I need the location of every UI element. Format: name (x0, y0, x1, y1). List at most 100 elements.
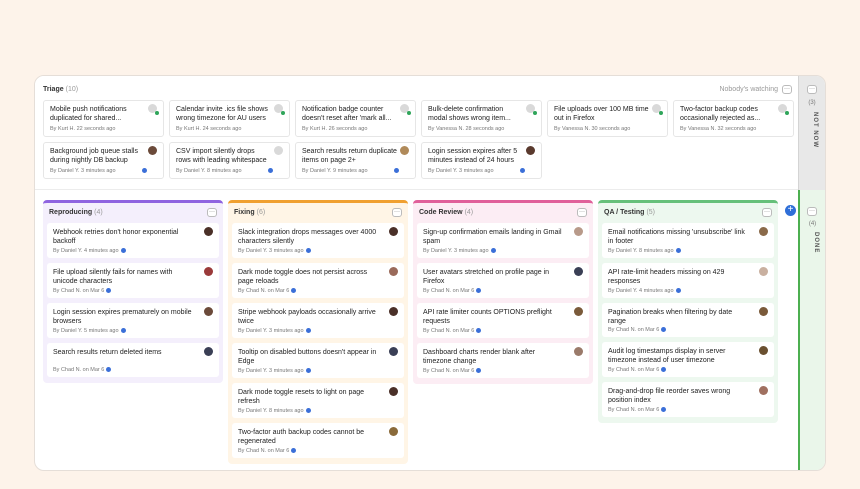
board-card[interactable]: Webhook retries don't honor exponential … (47, 223, 219, 258)
board-card[interactable]: Slack integration drops messages over 40… (232, 223, 404, 258)
board-card[interactable]: Two-factor auth backup codes cannot be r… (232, 423, 404, 458)
card-meta: By Vanessa N. 30 seconds ago (554, 126, 631, 132)
board-card[interactable]: Login session expires prematurely on mob… (47, 303, 219, 338)
board-card[interactable]: API rate limiter counts OPTIONS prefligh… (417, 303, 589, 338)
avatar[interactable] (400, 146, 409, 155)
card-meta: By Kurt H. 24 seconds ago (176, 126, 242, 132)
triage-card[interactable]: Notification badge counter doesn't reset… (295, 100, 416, 137)
board-card[interactable]: User avatars stretched on profile page i… (417, 263, 589, 298)
card-title: Search results return duplicate items on… (302, 148, 397, 164)
board-card[interactable]: Dashboard charts render blank after time… (417, 343, 589, 378)
card-title: Two-factor auth backup codes cannot be r… (238, 429, 365, 445)
avatar[interactable] (574, 307, 583, 316)
card-title: File upload silently fails for names wit… (53, 269, 173, 285)
card-title: CSV import silently drops rows with lead… (176, 148, 267, 164)
column-menu-button[interactable]: ··· (392, 208, 402, 217)
avatar[interactable] (759, 307, 768, 316)
avatar[interactable] (389, 387, 398, 396)
card-meta: By Vanessa N. 32 seconds ago (680, 126, 757, 132)
board-card[interactable]: Dark mode toggle resets to light on page… (232, 383, 404, 418)
avatar[interactable] (204, 227, 213, 236)
triage-card[interactable]: Bulk-delete confirmation modal shows wro… (421, 100, 542, 137)
board-card[interactable]: Email notifications missing 'unsubscribe… (602, 223, 774, 258)
triage-card[interactable]: CSV import silently drops rows with lead… (169, 142, 290, 179)
board-card[interactable]: Search results return deleted items By Ch… (47, 343, 219, 377)
triage-card[interactable]: Two-factor backup codes occasionally rej… (673, 100, 794, 137)
avatar[interactable] (759, 386, 768, 395)
triage-section: Triage (10) Nobody's watching ··· Mobile … (35, 76, 800, 190)
card-meta: By Chad N. on Mar 6 (53, 288, 112, 294)
done-menu-button[interactable]: ··· (807, 207, 817, 216)
avatar[interactable] (389, 427, 398, 436)
done-count: (4) (808, 221, 817, 227)
card-meta: By Chad N. on Mar 6 (238, 288, 297, 294)
board-card[interactable]: Stripe webhook payloads occasionally arr… (232, 303, 404, 338)
avatar[interactable] (204, 347, 213, 356)
avatar[interactable] (389, 267, 398, 276)
card-title: Pagination breaks when filtering by date… (608, 309, 733, 325)
card-title: User avatars stretched on profile page i… (423, 269, 550, 285)
column-menu-button[interactable]: ··· (762, 208, 772, 217)
avatar[interactable] (204, 307, 213, 316)
card-title: Dashboard charts render blank after time… (423, 349, 536, 365)
triage-card[interactable]: Background job queue stalls during night… (43, 142, 164, 179)
board-card[interactable]: File upload silently fails for names wit… (47, 263, 219, 298)
avatar[interactable] (389, 227, 398, 236)
avatar[interactable] (574, 227, 583, 236)
board-card[interactable]: Audit log timestamps display in server t… (602, 342, 774, 377)
triage-card[interactable]: Search results return duplicate items on… (295, 142, 416, 179)
not-now-column[interactable]: ··· (3) NOT NOW (798, 76, 825, 190)
not-now-menu-button[interactable]: ··· (807, 85, 817, 94)
verified-badge-icon (291, 448, 297, 454)
card-meta: By Chad N. on Mar 6 (423, 328, 482, 334)
column-menu-button[interactable]: ··· (577, 208, 587, 217)
card-title: Stripe webhook payloads occasionally arr… (238, 309, 376, 325)
triage-card[interactable]: Calendar invite .ics file shows wrong ti… (169, 100, 290, 137)
board-card[interactable]: API rate-limit headers missing on 429 re… (602, 263, 774, 298)
triage-card[interactable]: File uploads over 100 MB time out in Fir… (547, 100, 668, 137)
card-title: API rate limiter counts OPTIONS prefligh… (423, 309, 552, 325)
done-column[interactable]: ··· (4) DONE (798, 190, 825, 470)
column-count: (4) (94, 209, 103, 216)
verified-badge-icon (476, 328, 482, 334)
avatar[interactable] (574, 347, 583, 356)
avatar[interactable] (204, 267, 213, 276)
triage-title: Triage (10) (43, 86, 79, 93)
not-now-count: (3) (808, 100, 816, 106)
board-column: Reproducing (4) ··· Webhook retries don't h… (43, 200, 223, 383)
card-title: Sign-up confirmation emails landing in G… (423, 229, 562, 245)
card-meta: By Chad N. on Mar 6 (423, 368, 482, 374)
card-meta: By Daniel Y. 8 minutes ago (238, 408, 311, 414)
avatar[interactable] (148, 146, 157, 155)
card-meta: By Chad N. on Mar 6 (423, 288, 482, 294)
triage-card[interactable]: Login session expires after 5 minutes in… (421, 142, 542, 179)
avatar[interactable] (274, 146, 283, 155)
triage-menu-button[interactable]: ··· (782, 85, 792, 94)
avatar[interactable] (389, 347, 398, 356)
avatar[interactable] (759, 267, 768, 276)
add-column-button[interactable]: + (785, 205, 796, 216)
watchers-status[interactable]: Nobody's watching (719, 86, 778, 93)
status-dot-icon (281, 111, 285, 115)
board-card[interactable]: Pagination breaks when filtering by date… (602, 303, 774, 337)
verified-badge-icon (305, 328, 311, 334)
avatar[interactable] (574, 267, 583, 276)
column-menu-button[interactable]: ··· (207, 208, 217, 217)
board-card[interactable]: Sign-up confirmation emails landing in G… (417, 223, 589, 258)
verified-badge-icon (305, 368, 311, 374)
board-card[interactable]: Drag-and-drop file reorder saves wrong p… (602, 382, 774, 417)
avatar[interactable] (759, 346, 768, 355)
column-title: QA / Testing (5) (604, 209, 656, 216)
avatar[interactable] (389, 307, 398, 316)
triage-card[interactable]: Mobile push notifications duplicated for… (43, 100, 164, 137)
card-meta: By Daniel Y. 8 minutes ago (608, 248, 681, 254)
board-card[interactable]: Tooltip on disabled buttons doesn't appe… (232, 343, 404, 378)
avatar[interactable] (526, 146, 535, 155)
card-title: API rate-limit headers missing on 429 re… (608, 269, 725, 285)
column-title: Fixing (6) (234, 209, 266, 216)
board-card[interactable]: Dark mode toggle does not persist across… (232, 263, 404, 298)
card-title: Email notifications missing 'unsubscribe… (608, 229, 745, 245)
verified-badge-icon (305, 408, 311, 414)
board-column: Code Review (4) ··· Sign-up confirmation em… (413, 200, 593, 384)
avatar[interactable] (759, 227, 768, 236)
